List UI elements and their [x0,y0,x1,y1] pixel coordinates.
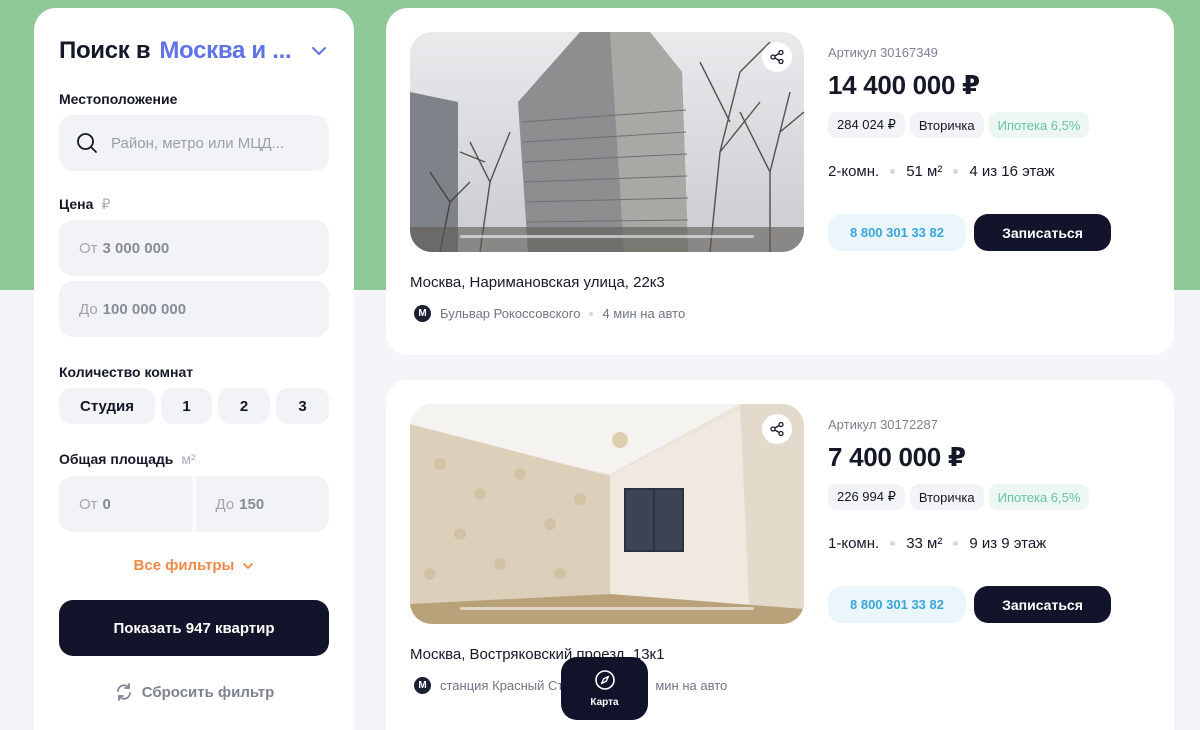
room-option-1[interactable]: 1 [161,388,212,424]
search-title: Поиск в [59,37,151,64]
price-from-prefix: От [79,239,98,257]
room-option-3[interactable]: 3 [276,388,329,424]
search-icon [77,133,97,153]
map-button[interactable]: Карта [561,657,648,720]
area-to-prefix: До [215,495,235,513]
metro-station: станция Красный Ст [440,678,564,693]
mortgage-badge: Ипотека 6,5% [988,484,1090,510]
area-from-value: 0 [102,495,111,513]
building-exterior-photo [410,32,804,252]
city-name[interactable]: Москва и ... [159,37,291,65]
area-to-value: 150 [239,495,265,513]
listing-specs: 2-комн. 51 м² 4 из 16 этаж [828,163,1055,180]
listing-address[interactable]: Москва, Наримановская улица, 22к3 [410,274,665,291]
area-from-input[interactable]: От 0 [59,476,193,532]
metro-icon: М [414,305,431,322]
location-label: Местоположение [59,91,178,107]
phone-button[interactable]: 8 800 301 33 82 [828,586,966,623]
area-from-prefix: От [79,495,98,513]
location-placeholder: Район, метро или МЦД... [111,134,284,152]
rooms-selector: Студия 1 2 3 [59,388,329,424]
listing-card[interactable]: Артикул 30172287 7 400 000 ₽ 226 994 ₽ В… [386,380,1174,730]
share-button[interactable] [762,42,792,72]
rooms-count: 2-комн. [828,163,880,180]
listing-price: 7 400 000 ₽ [828,442,966,472]
metro-station: Бульвар Рокоссовского [440,306,581,321]
show-apartments-button[interactable]: Показать 947 квартир [59,600,329,656]
area-unit: м² [181,451,196,467]
all-filters-label: Все фильтры [133,557,235,574]
share-icon [770,49,784,65]
share-icon [770,421,784,437]
market-type-badge: Вторичка [909,112,984,138]
room-interior-photo [410,404,804,624]
room-option-2[interactable]: 2 [218,388,270,424]
area-label: Общая площадь м² [59,451,196,467]
compass-icon [594,670,615,690]
listing-tags: 284 024 ₽ Вторичка Ипотека 6,5% [828,112,1090,138]
market-type-badge: Вторичка [909,484,984,510]
price-label: Цена ₽ [59,196,110,213]
area-value: 51 м² [906,163,943,180]
floor-value: 4 из 16 этаж [969,163,1055,180]
area-value: 33 м² [906,535,943,552]
price-to-value: 100 000 000 [102,300,187,318]
listing-article: Артикул 30167349 [828,45,938,60]
metro-icon: М [414,677,431,694]
listing-photo[interactable] [410,32,804,252]
listing-price: 14 400 000 ₽ [828,70,980,100]
separator-dot [890,169,896,174]
area-label-text: Общая площадь [59,451,174,467]
photo-slider-indicator[interactable] [460,607,754,610]
mortgage-badge: Ипотека 6,5% [988,112,1090,138]
signup-button[interactable]: Записаться [974,586,1111,623]
travel-time: 4 мин на авто [602,306,686,321]
price-label-text: Цена [59,196,94,212]
listing-article: Артикул 30172287 [828,417,938,432]
listing-photo[interactable] [410,404,804,624]
room-option-studio[interactable]: Студия [59,388,155,424]
phone-button[interactable]: 8 800 301 33 82 [828,214,966,251]
price-unit: ₽ [101,196,111,212]
rooms-label: Количество комнат [59,364,194,380]
separator-dot [589,311,594,316]
search-filter-panel: Поиск в Москва и ... Местоположение Райо… [34,8,354,730]
metro-info: М Бульвар Рокоссовского 4 мин на авто [414,305,685,322]
price-per-m2-badge: 284 024 ₽ [828,112,905,138]
area-to-input[interactable]: До 150 [195,476,329,532]
reset-filter-button[interactable]: Сбросить фильтр [34,682,354,702]
chevron-down-icon [243,563,254,569]
rooms-count: 1-комн. [828,535,880,552]
price-to-prefix: До [79,300,98,318]
separator-dot [953,541,959,546]
refresh-icon [116,683,131,701]
share-button[interactable] [762,414,792,444]
signup-button[interactable]: Записаться [974,214,1111,251]
price-from-input[interactable]: От 3 000 000 [59,220,329,276]
price-per-m2-badge: 226 994 ₽ [828,484,905,510]
travel-time: мин на авто [655,678,728,693]
all-filters-link[interactable]: Все фильтры [34,557,354,574]
separator-dot [890,541,896,546]
price-from-value: 3 000 000 [102,239,170,257]
floor-value: 9 из 9 этаж [969,535,1047,552]
city-selector[interactable]: Поиск в Москва и ... [59,36,334,66]
location-search-input[interactable]: Район, метро или МЦД... [59,115,329,171]
price-to-input[interactable]: До 100 000 000 [59,281,329,337]
chevron-down-icon[interactable] [310,42,328,60]
listing-tags: 226 994 ₽ Вторичка Ипотека 6,5% [828,484,1090,510]
area-range: От 0 До 150 [59,476,329,532]
map-button-label: Карта [590,697,619,708]
listing-card[interactable]: Артикул 30167349 14 400 000 ₽ 284 024 ₽ … [386,8,1174,355]
photo-slider-indicator[interactable] [460,235,754,238]
listing-specs: 1-комн. 33 м² 9 из 9 этаж [828,535,1046,552]
reset-label: Сбросить фильтр [141,683,275,701]
separator-dot [953,169,959,174]
